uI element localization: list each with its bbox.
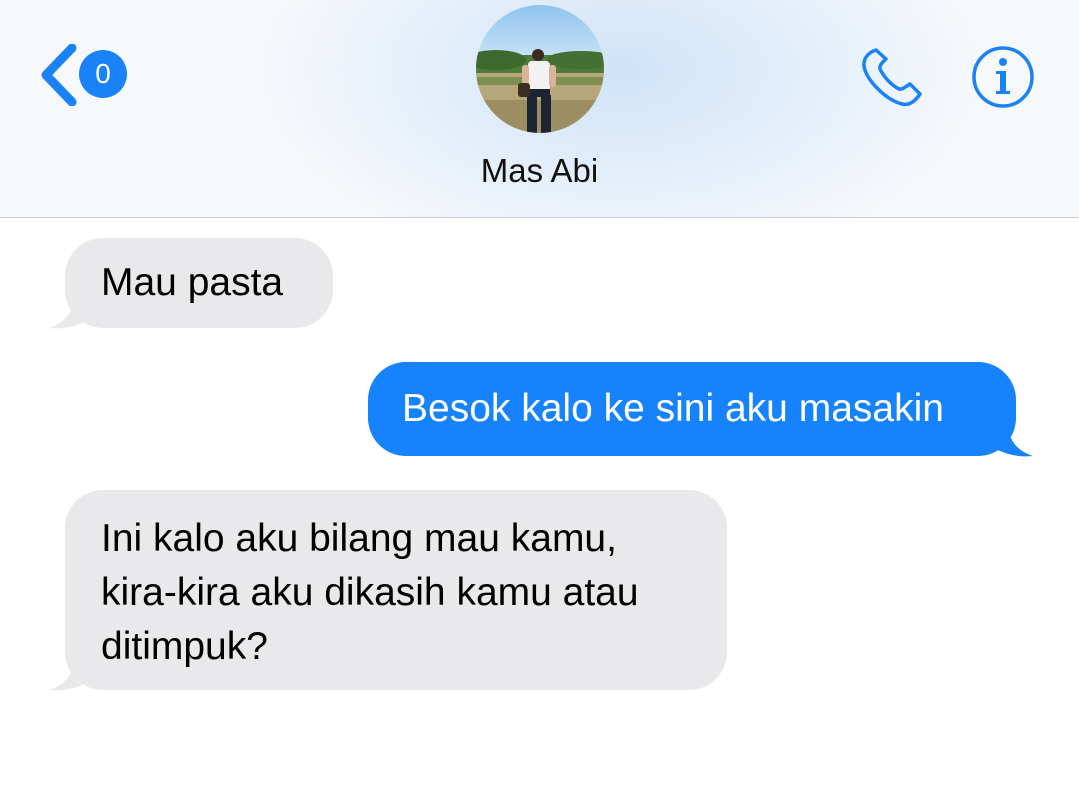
message-text: Mau pasta [101,261,284,304]
info-button[interactable] [970,44,1036,110]
message-bubble-outgoing[interactable]: Besok kalo ke sini aku masakin [368,362,1016,456]
info-icon [972,46,1034,108]
contact-photo [476,5,604,133]
message-text-line: kira-kira aku dikasih kamu atau [101,571,639,614]
call-button[interactable] [858,44,928,110]
message-bubble-incoming[interactable]: Ini kalo aku bilang mau kamu, kira-kira … [65,490,727,690]
phone-icon [862,48,922,107]
message-bubble-incoming[interactable]: Mau pasta [65,238,333,328]
contact-name[interactable]: Mas Abi [0,152,1079,190]
back-button[interactable]: 0 [38,44,138,106]
message-text: Besok kalo ke sini aku masakin [402,387,944,430]
avatar[interactable] [476,5,604,133]
chat-header: 0 Mas Abi [0,0,1079,218]
chevron-left-icon [41,44,77,106]
message-text-line: ditimpuk? [101,625,268,668]
unread-badge: 0 [79,50,127,98]
message-text-line: Ini kalo aku bilang mau kamu, [101,517,617,560]
